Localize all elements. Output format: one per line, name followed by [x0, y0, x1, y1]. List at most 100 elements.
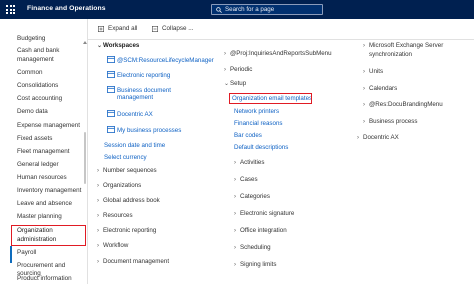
group-scheduling[interactable]: › Scheduling — [234, 244, 271, 252]
link-session-date-and-time[interactable]: Session date and time — [104, 142, 165, 150]
group-activities[interactable]: › Activities — [234, 159, 264, 167]
group-electronic-signature[interactable]: › Electronic signature — [234, 210, 294, 218]
group-label: Docentric AX — [363, 134, 399, 141]
group-label: Electronic signature — [240, 210, 295, 217]
sidebar-item-product-information[interactable]: Product information — [17, 275, 87, 283]
sidebar-item-expense-management[interactable]: Expense management — [17, 122, 87, 130]
link-select-currency[interactable]: Select currency — [104, 154, 147, 162]
group-business-process[interactable]: › Business process — [363, 118, 418, 126]
sidebar-item-payroll[interactable]: Payroll — [17, 249, 87, 257]
sidebar-item-fleet-management[interactable]: Fleet management — [17, 148, 87, 156]
sidebar-item-fixed-assets[interactable]: Fixed assets — [17, 135, 87, 143]
sidebar-scrollbar[interactable] — [84, 132, 86, 184]
link-bar-codes[interactable]: Bar codes — [234, 132, 262, 140]
group-proj-inquiries-reports[interactable]: › @Proj:InquiriesAndReportsSubMenu — [224, 50, 332, 58]
workspace-my-business-processes[interactable]: My business processes — [107, 126, 181, 135]
group-label: @Proj:InquiriesAndReportsSubMenu — [230, 50, 332, 57]
toolbar: Expand all Collapse ... — [88, 19, 474, 40]
group-label: Workflow — [103, 242, 129, 249]
group-categories[interactable]: › Categories — [234, 193, 270, 201]
app-title: Finance and Operations — [27, 5, 106, 12]
group-label: Scheduling — [240, 244, 271, 251]
group-exchange-sync-line2[interactable]: synchronization — [369, 51, 412, 59]
collapse-all-button[interactable]: Collapse ... — [152, 25, 194, 32]
workspace-label: My business processes — [117, 127, 182, 134]
group-label: @Res:DocuBrandingMenu — [369, 101, 443, 108]
group-units[interactable]: › Units — [363, 68, 383, 76]
app-launcher-button[interactable] — [0, 0, 21, 19]
sidebar-item-general-ledger[interactable]: General ledger — [17, 161, 87, 169]
group-number-sequences[interactable]: › Number sequences — [97, 167, 157, 175]
sidebar-item-human-resources[interactable]: Human resources — [17, 174, 87, 182]
sidebar-item-cash-and-bank[interactable]: Cash and bank — [17, 47, 87, 55]
group-docu-branding[interactable]: › @Res:DocuBrandingMenu — [363, 101, 443, 109]
group-workflow[interactable]: › Workflow — [97, 242, 128, 250]
group-signing-limits[interactable]: › Signing limits — [234, 261, 276, 269]
group-periodic[interactable]: › Periodic — [224, 66, 252, 74]
group-label: Signing limits — [240, 261, 277, 268]
group-label: Global address book — [103, 197, 160, 204]
group-label: Office integration — [240, 227, 287, 234]
workspace-label: Electronic reporting — [117, 72, 171, 79]
sidebar-item-leave-and-absence[interactable]: Leave and absence — [17, 200, 87, 208]
group-exchange-sync[interactable]: › Microsoft Exchange Server — [363, 42, 443, 50]
group-label: Calendars — [369, 85, 398, 92]
workspace-scm-resource-lifecycle[interactable]: @SCM:ResourceLifecycleManager — [107, 56, 214, 65]
group-resources[interactable]: › Resources — [97, 212, 133, 220]
workspace-electronic-reporting[interactable]: Electronic reporting — [107, 71, 170, 80]
top-navigation-bar: Finance and Operations Search for a page — [0, 0, 474, 19]
link-default-descriptions[interactable]: Default descriptions — [234, 144, 288, 152]
group-label: Number sequences — [103, 167, 157, 174]
group-label: Organizations — [103, 182, 142, 189]
expand-all-label: Expand all — [108, 25, 138, 32]
link-network-printers[interactable]: Network printers — [234, 108, 279, 116]
link-financial-reasons[interactable]: Financial reasons — [234, 120, 283, 128]
sidebar-item-demo-data[interactable]: Demo data — [17, 108, 87, 116]
sidebar-item-inventory-management[interactable]: Inventory management — [17, 187, 87, 195]
search-icon — [216, 6, 222, 13]
group-label: Electronic reporting — [103, 227, 157, 234]
group-office-integration[interactable]: › Office integration — [234, 227, 287, 235]
group-label: Categories — [240, 193, 270, 200]
workspace-tile-icon — [107, 71, 115, 78]
sidebar-item-cost-accounting[interactable]: Cost accounting — [17, 95, 87, 103]
sidebar-item-cash-and-bank-line2[interactable]: management — [17, 56, 87, 64]
group-label: Periodic — [230, 66, 253, 73]
group-label: Business process — [369, 118, 418, 125]
group-label: Resources — [103, 212, 133, 219]
group-electronic-reporting[interactable]: › Electronic reporting — [97, 227, 156, 235]
group-organizations[interactable]: › Organizations — [97, 182, 141, 190]
selected-indicator — [10, 246, 12, 263]
group-global-address-book[interactable]: › Global address book — [97, 197, 160, 205]
group-setup[interactable]: ⌄Setup — [224, 80, 246, 88]
workspace-label: Docentric AX — [117, 111, 153, 118]
expand-icon — [98, 25, 104, 32]
highlight-organization-administration — [11, 225, 86, 246]
collapse-icon — [152, 25, 158, 32]
group-calendars[interactable]: › Calendars — [363, 85, 397, 93]
workspaces-label: Workspaces — [103, 42, 140, 49]
collapse-all-label: Collapse ... — [162, 25, 194, 32]
group-docentric-ax[interactable]: › Docentric AX — [357, 134, 399, 142]
sidebar-item-consolidations[interactable]: Consolidations — [17, 82, 87, 90]
group-label: Cases — [240, 176, 258, 183]
highlight-organization-email-templates — [229, 93, 312, 104]
group-label: Microsoft Exchange Server — [369, 42, 444, 49]
sidebar-item-budgeting[interactable]: Budgeting — [17, 35, 87, 43]
group-label: Units — [369, 68, 384, 75]
workspace-label: @SCM:ResourceLifecycleManager — [117, 57, 214, 64]
workspace-tile-icon — [107, 86, 115, 93]
search-box[interactable]: Search for a page — [211, 4, 323, 15]
group-label: Activities — [240, 159, 265, 166]
workspace-tile-icon — [107, 126, 115, 133]
group-label: Document management — [103, 258, 170, 265]
expand-all-button[interactable]: Expand all — [98, 25, 137, 32]
waffle-icon — [6, 5, 15, 14]
sidebar-item-common[interactable]: Common — [17, 69, 87, 77]
group-cases[interactable]: › Cases — [234, 176, 258, 184]
workspaces-header[interactable]: ⌄Workspaces — [97, 42, 139, 50]
sidebar-item-master-planning[interactable]: Master planning — [17, 213, 87, 221]
workspace-business-document-management-line2[interactable]: management — [117, 94, 153, 102]
group-document-management[interactable]: › Document management — [97, 258, 169, 266]
workspace-docentric-ax[interactable]: Docentric AX — [107, 110, 153, 119]
